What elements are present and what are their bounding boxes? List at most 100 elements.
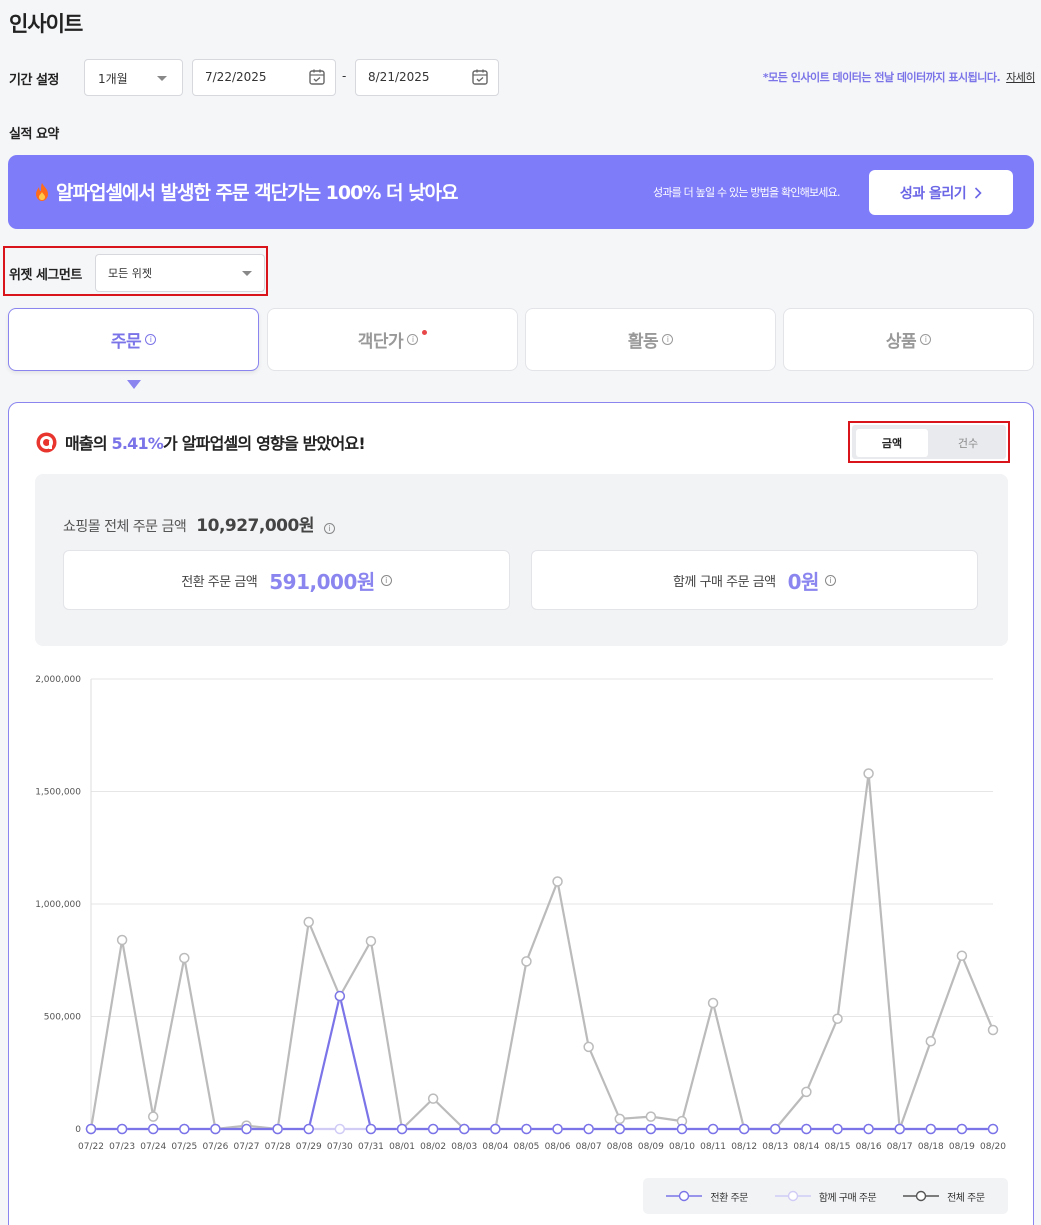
data-point xyxy=(801,1123,812,1135)
chevron-down-icon xyxy=(157,76,167,81)
x-tick-label: 07/27 xyxy=(234,1142,260,1152)
tab-orders[interactable]: 주문 i xyxy=(8,308,259,371)
y-tick-label: 1,000,000 xyxy=(35,900,81,910)
x-tick-label: 07/31 xyxy=(358,1142,384,1152)
data-point xyxy=(210,1123,221,1135)
data-point xyxy=(863,768,874,779)
end-date-field[interactable]: 8/21/2025 xyxy=(355,59,499,96)
tab-orders-label: 주문 xyxy=(110,332,142,352)
toggle-track: 금액 건수 xyxy=(852,425,1006,459)
headline-prefix: 매출의 xyxy=(65,434,112,453)
data-point xyxy=(116,934,128,946)
banner-title-text: 알파업셀에서 발생한 주문 객단가는 100% 더 낮아요 xyxy=(56,182,459,204)
legend-line-icon xyxy=(666,1190,703,1202)
data-point xyxy=(956,1123,968,1135)
tab-products[interactable]: 상품 i xyxy=(783,308,1034,371)
tab-products-label: 상품 xyxy=(885,332,917,352)
data-point xyxy=(614,1123,626,1135)
metric-toggle: 금액 건수 xyxy=(848,421,1010,463)
data-point xyxy=(365,935,377,947)
data-point xyxy=(552,876,563,887)
x-tick-label: 07/23 xyxy=(109,1142,135,1152)
x-tick-label: 07/22 xyxy=(78,1142,104,1152)
series-line xyxy=(89,772,995,1131)
data-point xyxy=(863,1123,874,1135)
segment-label: 위젯 세그먼트 xyxy=(9,268,82,283)
x-tick-label: 08/18 xyxy=(918,1142,944,1152)
data-point xyxy=(552,1123,563,1135)
x-tick-label: 08/15 xyxy=(825,1142,851,1152)
date-separator: - xyxy=(342,69,347,83)
data-point xyxy=(801,1086,812,1098)
data-point xyxy=(770,1123,781,1135)
x-tick-label: 07/24 xyxy=(140,1142,166,1152)
alpha-upsell-logo-icon xyxy=(36,432,57,452)
data-point xyxy=(521,1123,532,1135)
tab-avg-order-value-label: 객단가 xyxy=(357,332,404,352)
bundle-label: 함께 구매 주문 금액 xyxy=(673,574,776,590)
range-select-value: 1개월 xyxy=(98,72,128,86)
panel-headline: 매출의 5.41%가 알파업셀의 영향을 받았어요! xyxy=(36,430,366,454)
data-point xyxy=(116,1123,128,1135)
chart-legend: 전환 주문 함께 구매 주문 전체 주문 xyxy=(643,1178,1008,1214)
data-point xyxy=(365,1123,377,1135)
start-date-field[interactable]: 7/22/2025 xyxy=(192,59,336,96)
orders-line-chart: 0 500,000 1,000,000 1,500,000 2,000,000 07/22… xyxy=(35,675,1006,1152)
page-title: 인사이트 xyxy=(9,12,83,36)
data-point xyxy=(458,1123,470,1135)
y-tick-label: 500,000 xyxy=(44,1013,81,1023)
data-point xyxy=(179,952,190,964)
x-tick-label: 08/16 xyxy=(856,1142,882,1152)
boost-performance-button[interactable]: 성과 올리기 xyxy=(869,170,1013,215)
info-icon: i xyxy=(824,574,836,586)
x-tick-label: 07/30 xyxy=(327,1142,353,1152)
data-point xyxy=(396,1123,408,1135)
data-point xyxy=(334,1123,346,1135)
calendar-icon[interactable] xyxy=(308,68,326,86)
x-tick-label: 08/07 xyxy=(576,1142,602,1152)
x-tick-label: 08/02 xyxy=(420,1142,446,1152)
data-point xyxy=(179,1123,190,1135)
data-point xyxy=(85,1123,97,1135)
x-tick-label: 07/29 xyxy=(296,1142,322,1152)
data-point xyxy=(614,1113,626,1125)
x-tick-label: 08/12 xyxy=(731,1142,757,1152)
calendar-icon[interactable] xyxy=(471,68,489,86)
toggle-count[interactable]: 건수 xyxy=(932,429,1004,457)
x-tick-label: 07/28 xyxy=(265,1142,291,1152)
legend-item-total[interactable]: 전체 주문 xyxy=(903,1189,985,1204)
data-point xyxy=(707,997,719,1009)
end-date-value: 8/21/2025 xyxy=(368,70,430,84)
legend-item-bundle[interactable]: 함께 구매 주문 xyxy=(774,1189,877,1204)
tab-avg-order-value[interactable]: 객단가 i xyxy=(267,308,518,371)
tab-pointer-icon xyxy=(127,380,141,389)
tab-activity[interactable]: 활동 i xyxy=(525,308,776,371)
segment-select[interactable]: 모든 위젯 xyxy=(95,254,265,292)
range-select[interactable]: 1개월 xyxy=(84,59,183,96)
data-point xyxy=(427,1123,439,1135)
total-value: 10,927,000원 xyxy=(196,516,314,536)
data-point xyxy=(645,1123,657,1135)
data-point xyxy=(645,1111,657,1122)
legend-line-icon xyxy=(903,1190,940,1202)
data-point xyxy=(427,1093,439,1104)
period-label: 기간 설정 xyxy=(9,73,59,88)
legend-label: 함께 구매 주문 xyxy=(818,1192,877,1204)
info-icon: i xyxy=(407,334,419,345)
legend-label: 전환 주문 xyxy=(710,1192,748,1204)
data-point xyxy=(272,1123,283,1135)
data-point xyxy=(583,1041,594,1053)
data-point xyxy=(303,1123,314,1135)
banner-title: 알파업셀에서 발생한 주문 객단가는 100% 더 낮아요 xyxy=(34,178,459,205)
toggle-amount[interactable]: 금액 xyxy=(856,429,928,457)
info-icon: i xyxy=(662,334,674,345)
legend-item-conversion[interactable]: 전환 주문 xyxy=(666,1189,748,1204)
x-tick-label: 08/10 xyxy=(669,1142,695,1152)
banner-subtitle: 성과를 더 높일 수 있는 방법을 확인해보세요. xyxy=(653,186,840,199)
legend-line-icon xyxy=(774,1190,811,1202)
fire-icon xyxy=(36,183,48,201)
bundle-order-card: 함께 구매 주문 금액 0원 i xyxy=(531,550,978,610)
details-link[interactable]: 자세히 xyxy=(1006,71,1035,84)
x-tick-label: 08/08 xyxy=(607,1142,633,1152)
data-point xyxy=(956,950,968,961)
